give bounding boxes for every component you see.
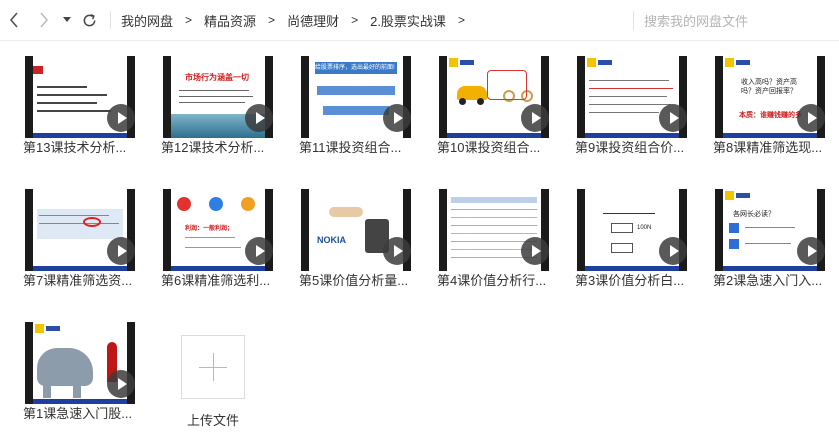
breadcrumb-item-shangde[interactable]: 尚德理财 — [283, 11, 343, 30]
brand-logo — [449, 58, 474, 68]
file-tile-lesson-2[interactable]: 各网长必读？ 第2课急速入门入... — [713, 175, 831, 288]
file-tile-lesson-6[interactable]: 利润：一般利润； 第6课精准筛选利... — [161, 175, 279, 288]
toolbar-divider — [110, 11, 111, 29]
file-tile-lesson-8[interactable]: 收入高吗？资产高吗？资产回报率？ 本质：谁赚钱赚的多 第8课精准筛选现... — [713, 42, 831, 155]
video-thumbnail — [25, 322, 135, 404]
video-thumbnail — [25, 56, 135, 138]
video-thumbnail — [577, 56, 687, 138]
play-icon — [245, 237, 273, 265]
video-thumbnail: 各网长必读？ — [715, 189, 825, 271]
file-tile-lesson-11[interactable]: 给股票排序，选出最好的前面! 第11课投资组合... — [299, 42, 417, 155]
video-thumbnail — [25, 189, 135, 271]
search-input[interactable] — [644, 9, 834, 33]
file-name: 第9课投资组合价... — [575, 140, 685, 155]
play-icon — [383, 237, 411, 265]
file-name: 第4课价值分析行... — [437, 273, 547, 288]
breadcrumb-separator: > — [351, 13, 359, 27]
file-tile-lesson-4[interactable]: 第4课价值分析行... — [437, 175, 555, 288]
file-tile-lesson-7[interactable]: 第7课精准筛选资... — [23, 175, 141, 288]
breadcrumb-separator: > — [268, 13, 276, 27]
video-thumbnail: 100N — [577, 189, 687, 271]
video-thumbnail: 给股票排序，选出最好的前面! — [301, 56, 411, 138]
file-name: 第2课急速入门入... — [713, 273, 823, 288]
play-icon — [797, 104, 825, 132]
refresh-button[interactable] — [78, 6, 100, 34]
file-name: 第5课价值分析量... — [299, 273, 409, 288]
video-thumbnail: NOKIA — [301, 189, 411, 271]
breadcrumb-item-my-disk[interactable]: 我的网盘 — [117, 11, 177, 30]
file-name: 第13课技术分析... — [23, 140, 127, 155]
file-tile-lesson-5[interactable]: NOKIA 第5课价值分析量... — [299, 175, 417, 288]
brand-logo — [587, 58, 612, 68]
play-icon — [659, 104, 687, 132]
file-tile-lesson-9[interactable]: 第9课投资组合价... — [575, 42, 693, 155]
history-dropdown-button[interactable] — [60, 6, 74, 34]
forward-button[interactable] — [33, 6, 55, 34]
play-icon — [107, 104, 135, 132]
breadcrumb-item-stock-course[interactable]: 2.股票实战课 — [366, 11, 450, 30]
refresh-icon — [83, 13, 95, 26]
file-name: 第12课技术分析... — [161, 140, 265, 155]
file-name: 第7课精准筛选资... — [23, 273, 133, 288]
back-button[interactable] — [3, 6, 25, 34]
play-icon — [245, 104, 273, 132]
chevron-left-icon — [9, 12, 18, 28]
play-icon — [521, 237, 549, 265]
breadcrumb: 我的网盘 > 精品资源 > 尚德理财 > 2.股票实战课 > — [117, 11, 473, 30]
brand-logo — [725, 58, 750, 68]
caret-down-icon — [63, 17, 71, 22]
play-icon — [521, 104, 549, 132]
file-name: 第10课投资组合... — [437, 140, 541, 155]
breadcrumb-separator: > — [185, 13, 193, 27]
play-icon — [107, 370, 135, 398]
search-divider — [633, 11, 634, 30]
file-name: 第8课精准筛选现... — [713, 140, 823, 155]
video-thumbnail: 市场行为涵盖一切 — [163, 56, 273, 138]
file-tile-lesson-13[interactable]: 第13课技术分析... — [23, 42, 141, 155]
video-thumbnail: 利润：一般利润； — [163, 189, 273, 271]
brand-logo — [725, 191, 750, 201]
plus-icon[interactable] — [181, 335, 245, 399]
upload-label: 上传文件 — [186, 413, 239, 428]
file-name: 第11课投资组合... — [299, 140, 402, 155]
video-thumbnail — [439, 189, 549, 271]
play-icon — [107, 237, 135, 265]
file-name: 第6课精准筛选利... — [161, 273, 271, 288]
file-name: 第1课急速入门股... — [23, 406, 133, 421]
play-icon — [797, 237, 825, 265]
file-tile-lesson-10[interactable]: 第10课投资组合... — [437, 42, 555, 155]
video-thumbnail: 收入高吗？资产高吗？资产回报率？ 本质：谁赚钱赚的多 — [715, 56, 825, 138]
file-tile-lesson-12[interactable]: 市场行为涵盖一切 第12课技术分析... — [161, 42, 279, 155]
toolbar: 我的网盘 > 精品资源 > 尚德理财 > 2.股票实战课 > — [0, 0, 839, 41]
brand-logo — [35, 324, 60, 334]
play-icon — [659, 237, 687, 265]
play-icon — [383, 104, 411, 132]
breadcrumb-separator: > — [457, 13, 465, 27]
video-thumbnail — [439, 56, 549, 138]
file-name: 第3课价值分析白... — [575, 273, 685, 288]
upload-file-tile[interactable]: 上传文件 — [161, 321, 265, 429]
breadcrumb-item-premium[interactable]: 精品资源 — [200, 11, 260, 30]
file-tile-lesson-1[interactable]: 第1课急速入门股... — [23, 308, 141, 421]
chevron-right-icon — [40, 12, 49, 28]
file-tile-lesson-3[interactable]: 100N 第3课价值分析白... — [575, 175, 693, 288]
